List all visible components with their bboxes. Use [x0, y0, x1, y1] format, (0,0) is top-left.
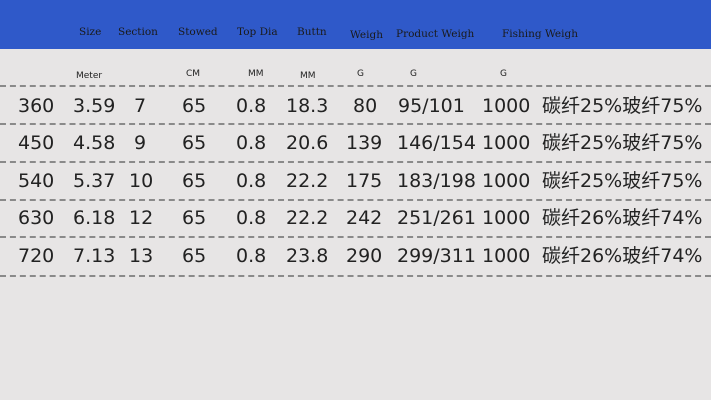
cell-product-weigh: 251/261	[397, 207, 476, 229]
divider-line	[0, 161, 711, 163]
cell-size: 450	[18, 132, 55, 154]
cell-size: 540	[18, 170, 55, 192]
cell-top-dia: 0.8	[236, 95, 267, 117]
cell-size: 720	[18, 245, 55, 267]
cell-section: 10	[129, 170, 154, 192]
cell-fishing-weigh: 1000	[482, 245, 531, 267]
cell-product-weigh: 183/198	[397, 170, 476, 192]
divider-line	[0, 123, 711, 125]
cell-size: 360	[18, 95, 55, 117]
cell-stowed: 65	[182, 170, 207, 192]
column-header-buttn: Buttn	[297, 26, 327, 38]
cell-top-dia: 0.8	[236, 207, 267, 229]
cell-butt: 23.8	[286, 245, 329, 267]
cell-stowed: 65	[182, 132, 207, 154]
cell-length: 7.13	[73, 245, 116, 267]
cell-top-dia: 0.8	[236, 245, 267, 267]
cell-material: 碳纤25%玻纤75%	[542, 132, 703, 154]
table-row: 720 7.13 13 65 0.8 23.8 290 299/311 1000…	[0, 241, 711, 279]
header-bar: Size Section Stowed Top Dia Buttn Weigh …	[0, 0, 711, 49]
cell-stowed: 65	[182, 95, 207, 117]
cell-product-weigh: 146/154	[397, 132, 476, 154]
cell-section: 13	[129, 245, 154, 267]
cell-butt: 20.6	[286, 132, 329, 154]
column-header-top-dia: Top Dia	[237, 26, 278, 38]
cell-weigh: 242	[346, 207, 383, 229]
cell-size: 630	[18, 207, 55, 229]
cell-length: 4.58	[73, 132, 116, 154]
cell-length: 6.18	[73, 207, 116, 229]
cell-butt: 18.3	[286, 95, 329, 117]
cell-butt: 22.2	[286, 170, 329, 192]
cell-material: 碳纤25%玻纤75%	[542, 170, 703, 192]
cell-product-weigh: 299/311	[397, 245, 476, 267]
cell-material: 碳纤26%玻纤74%	[542, 207, 703, 229]
cell-length: 5.37	[73, 170, 116, 192]
cell-stowed: 65	[182, 207, 207, 229]
cell-fishing-weigh: 1000	[482, 132, 531, 154]
cell-butt: 22.2	[286, 207, 329, 229]
unit-g-fishing: G	[500, 69, 507, 79]
divider-line	[0, 85, 711, 87]
cell-fishing-weigh: 1000	[482, 207, 531, 229]
cell-weigh: 175	[346, 170, 383, 192]
cell-section: 9	[134, 132, 147, 154]
divider-line	[0, 199, 711, 201]
cell-material: 碳纤26%玻纤74%	[542, 245, 703, 267]
cell-top-dia: 0.8	[236, 170, 267, 192]
divider-line	[0, 275, 711, 277]
cell-fishing-weigh: 1000	[482, 95, 531, 117]
column-header-stowed: Stowed	[178, 26, 218, 38]
cell-product-weigh: 95/101	[398, 95, 465, 117]
cell-section: 12	[129, 207, 154, 229]
unit-g-product: G	[410, 69, 417, 79]
cell-weigh: 290	[346, 245, 383, 267]
unit-mm-butt: MM	[300, 71, 316, 81]
column-header-section: Section	[118, 26, 158, 38]
cell-material: 碳纤25%玻纤75%	[542, 95, 703, 117]
unit-meter: Meter	[76, 71, 103, 81]
unit-mm-top: MM	[248, 69, 264, 79]
cell-weigh: 80	[353, 95, 378, 117]
unit-g-weigh: G	[357, 69, 364, 79]
divider-line	[0, 236, 711, 238]
unit-cm: CM	[186, 69, 201, 79]
cell-stowed: 65	[182, 245, 207, 267]
column-header-fishing-weigh: Fishing Weigh	[502, 28, 578, 40]
cell-top-dia: 0.8	[236, 132, 267, 154]
column-header-size: Size	[79, 26, 102, 38]
cell-weigh: 139	[346, 132, 383, 154]
cell-length: 3.59	[73, 95, 116, 117]
cell-fishing-weigh: 1000	[482, 170, 531, 192]
column-header-weigh: Weigh	[350, 29, 383, 41]
column-header-product-weigh: Product Weigh	[396, 28, 475, 40]
cell-section: 7	[134, 95, 147, 117]
